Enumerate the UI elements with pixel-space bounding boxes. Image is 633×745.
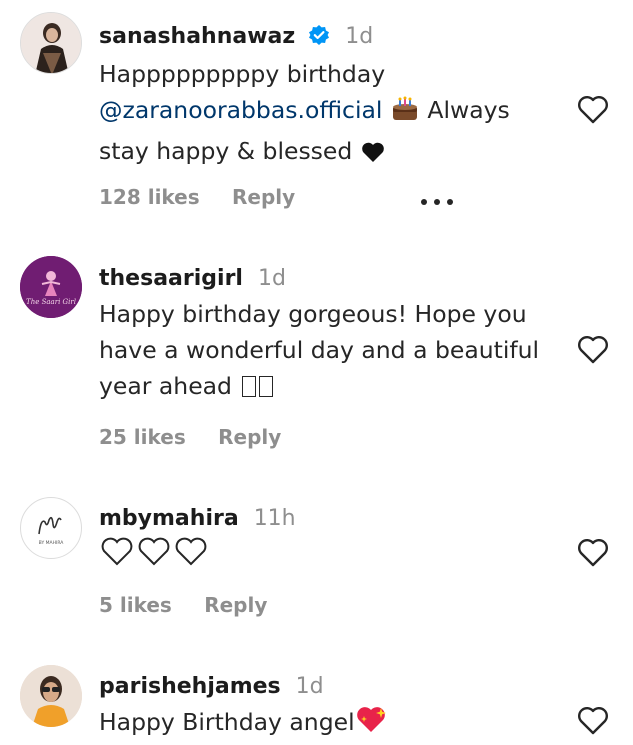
mention-link[interactable]: @zaranoorabbas.official [99, 96, 382, 124]
comment-text-fragment: stay happy & blessed [99, 137, 353, 165]
comment-time: 11h [253, 506, 296, 531]
likes-count[interactable]: 128 likes [99, 185, 200, 209]
comment-username[interactable]: parishehjames [99, 674, 281, 699]
comment-username[interactable]: thesaarigirl [99, 266, 243, 291]
comment-text-line: stay happy & blessed [99, 133, 569, 174]
comment-meta: 128 likes Reply [99, 185, 453, 209]
likes-count[interactable]: 5 likes [99, 593, 172, 617]
more-options-icon[interactable] [420, 187, 454, 211]
avatar-logo: BY MAHIRA [38, 516, 65, 546]
comment-text-fragment: Always [427, 96, 510, 124]
black-heart-emoji [360, 138, 386, 174]
white-heart-emoji [99, 536, 211, 578]
birthday-cake-emoji [390, 95, 420, 133]
comment-time: 1d [257, 266, 286, 291]
reply-button[interactable]: Reply [204, 593, 267, 617]
svg-text:The Saari Girl: The Saari Girl [26, 298, 76, 306]
comment-text: Happy birthday gorgeous! Hope you have a… [99, 296, 564, 404]
comment-text-body: Happy Birthday angel [99, 708, 355, 736]
avatar[interactable] [20, 12, 82, 74]
avatar[interactable]: BY MAHIRA [20, 497, 82, 559]
comment-text-line: @zaranoorabbas.official Always [99, 92, 569, 133]
avatar-logo: The Saari Girl [20, 256, 82, 318]
avatar-photo [21, 13, 81, 73]
avatar-wordmark: BY MAHIRA [39, 540, 65, 546]
comment-username[interactable]: mbymahira [99, 506, 239, 531]
avatar[interactable]: The Saari Girl [20, 256, 82, 318]
emoji-placeholder-glyph [242, 376, 257, 397]
verified-badge-icon [308, 24, 330, 55]
comment-text-body: Happy birthday gorgeous! Hope you have a… [99, 300, 540, 400]
comment-username[interactable]: sanashahnawaz [99, 24, 295, 49]
heart-outline-icon[interactable] [576, 537, 610, 569]
sparkling-heart-emoji [355, 705, 389, 745]
reply-button[interactable]: Reply [232, 185, 295, 209]
comment-text-line: Happpppppppy birthday [99, 60, 386, 88]
comment-meta: 25 likes Reply [99, 425, 281, 449]
comment-text: Happpppppppy birthday @zaranoorabbas.off… [99, 56, 569, 174]
heart-outline-icon[interactable] [576, 334, 610, 366]
comment-meta: 5 likes Reply [99, 593, 267, 617]
avatar-photo [20, 665, 82, 727]
comment-time: 1d [295, 674, 324, 699]
emoji-placeholder-glyph [259, 376, 274, 397]
heart-outline-icon[interactable] [576, 94, 610, 126]
heart-outline-icon[interactable] [576, 705, 610, 737]
comment-time: 1d [345, 24, 374, 49]
comment-text [99, 536, 569, 578]
avatar[interactable] [20, 665, 82, 727]
likes-count[interactable]: 25 likes [99, 425, 186, 449]
reply-button[interactable]: Reply [218, 425, 281, 449]
